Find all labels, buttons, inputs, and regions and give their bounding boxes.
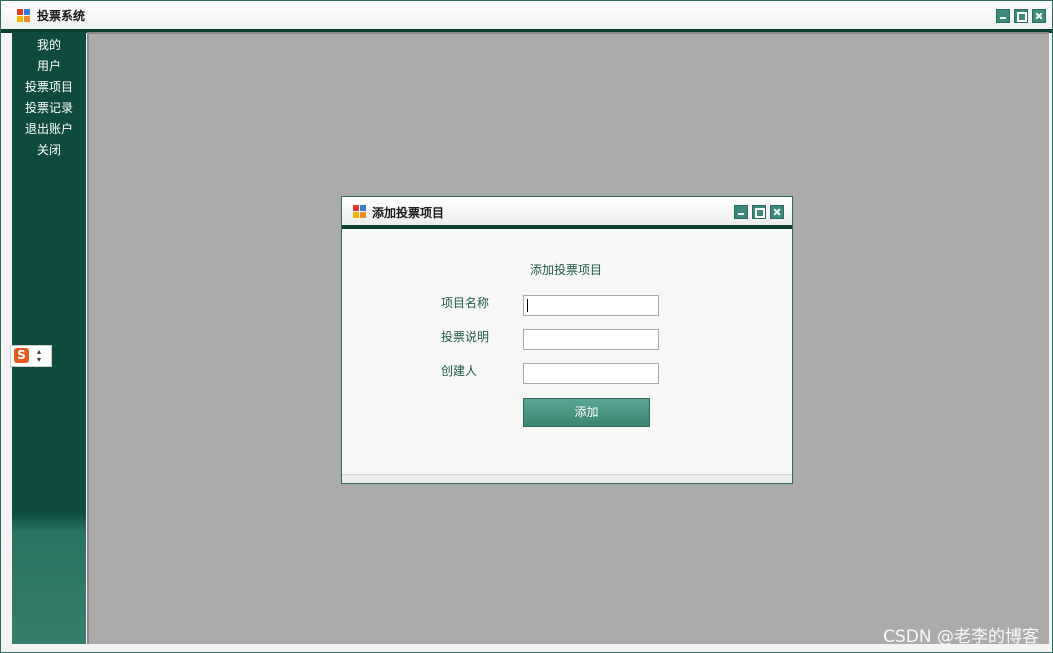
ime-arrows-icon[interactable]: ▴ ▾	[37, 348, 41, 364]
text-caret	[527, 299, 528, 312]
dialog-maximize-button[interactable]	[752, 205, 766, 219]
sidebar-item-mine[interactable]: 我的	[12, 35, 86, 56]
add-button[interactable]: 添加	[523, 398, 650, 427]
project-name-label: 项目名称	[441, 296, 490, 310]
main-titlebar[interactable]: 投票系统	[1, 1, 1052, 29]
sidebar-item-logout[interactable]: 退出账户	[12, 119, 86, 140]
ime-toolbar[interactable]: S ▴ ▾	[10, 345, 52, 367]
dialog-heading: 添加投票项目	[530, 263, 603, 277]
sidebar-item-vote-projects[interactable]: 投票项目	[12, 77, 86, 98]
dialog-titlebar[interactable]: 添加投票项目	[342, 197, 792, 225]
creator-input[interactable]	[523, 363, 659, 384]
dialog-app-icon	[353, 205, 366, 218]
vote-description-input[interactable]	[523, 329, 659, 350]
minimize-button[interactable]	[996, 9, 1010, 23]
creator-label: 创建人	[441, 364, 478, 378]
dialog-footer	[342, 474, 792, 483]
watermark: CSDN @老李的博客	[883, 627, 1039, 647]
sogou-ime-icon[interactable]: S	[14, 348, 29, 363]
window-controls	[996, 9, 1046, 23]
sidebar-menu: 我的 用户 投票项目 投票记录 退出账户 关闭	[12, 35, 86, 161]
dialog-titlebar-divider	[342, 225, 792, 229]
sidebar-item-users[interactable]: 用户	[12, 56, 86, 77]
maximize-button[interactable]	[1014, 9, 1028, 23]
sidebar-item-close[interactable]: 关闭	[12, 140, 86, 161]
vote-description-label: 投票说明	[441, 330, 490, 344]
add-vote-project-dialog: 添加投票项目 添加投票项目 项目名称 投票说明 创建人 添加	[341, 196, 793, 484]
window-title: 投票系统	[37, 9, 86, 23]
dialog-minimize-button[interactable]	[734, 205, 748, 219]
sidebar-item-vote-records[interactable]: 投票记录	[12, 98, 86, 119]
sidebar: 我的 用户 投票项目 投票记录 退出账户 关闭	[12, 32, 86, 644]
dialog-close-button[interactable]	[770, 205, 784, 219]
dialog-title: 添加投票项目	[372, 206, 445, 220]
close-button[interactable]	[1032, 9, 1046, 23]
app-icon	[17, 9, 30, 22]
project-name-input[interactable]	[523, 295, 659, 316]
dialog-window-controls	[734, 205, 784, 219]
